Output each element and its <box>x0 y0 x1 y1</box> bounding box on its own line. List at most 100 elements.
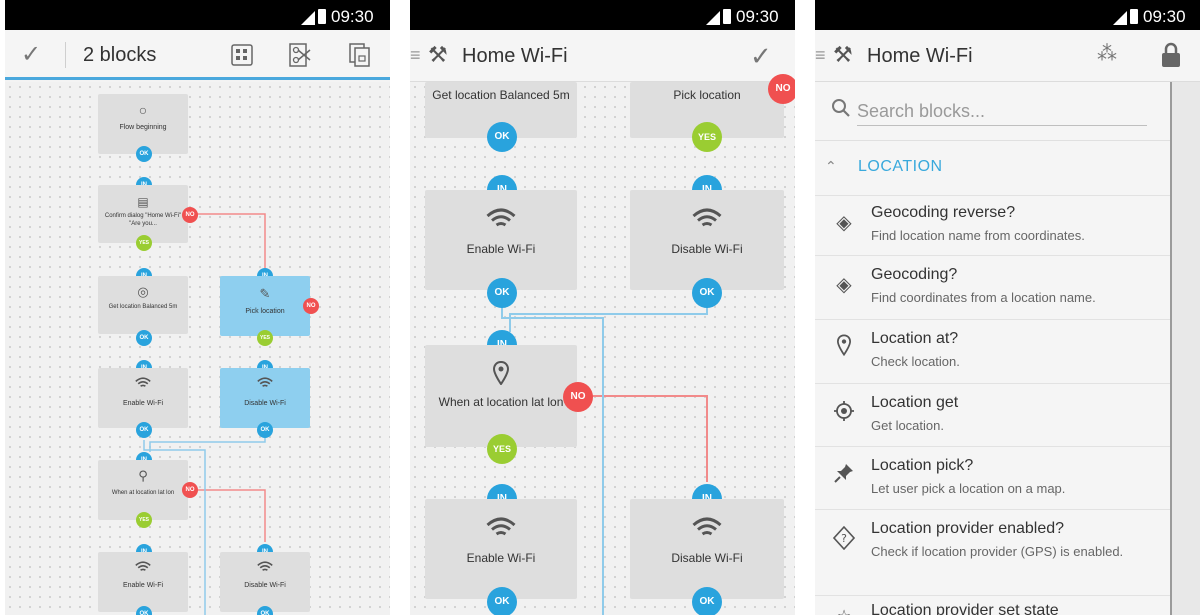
port-ok[interactable]: OK <box>257 606 273 615</box>
item-desc: Get location. <box>871 418 944 433</box>
drawer-menu-icon[interactable]: ≡ <box>815 46 826 64</box>
port-ok[interactable]: OK <box>136 146 152 162</box>
port-no[interactable]: NO <box>768 74 795 104</box>
block-label: Get location Balanced 5m <box>108 304 178 310</box>
block-enable-wifi-2[interactable]: Enable Wi-Fi <box>98 552 188 612</box>
wifi-icon <box>630 208 784 235</box>
block-label: Flow beginning <box>119 124 167 131</box>
block-label: When at location lat lon <box>111 490 175 496</box>
flow-canvas[interactable]: ○ Flow beginning OK IN ▤ Confirm dialog … <box>5 82 390 615</box>
phone-screen-block-picker: 09:30 ≡ ⚒ Home Wi-Fi ⁂ ⌃ LOCATION ◈ Geoc… <box>815 0 1200 615</box>
copy-icon[interactable] <box>348 42 372 72</box>
group-blocks-icon[interactable] <box>231 44 253 70</box>
port-no[interactable]: NO <box>182 482 198 498</box>
clock: 09:30 <box>331 7 374 26</box>
status-bar: 09:30 <box>815 0 1200 30</box>
search-icon <box>831 98 851 122</box>
cut-icon[interactable] <box>288 42 314 72</box>
item-title: Geocoding reverse? <box>871 204 1016 221</box>
signal-icon <box>301 11 315 25</box>
battery-icon <box>318 9 326 24</box>
block-list: ◈ Geocoding reverse? Find location name … <box>815 195 1170 615</box>
crosshair-icon <box>833 400 855 428</box>
block-enable-wifi[interactable]: Enable Wi-Fi <box>98 368 188 428</box>
block-disable-wifi-2[interactable]: Disable Wi-Fi <box>630 499 784 599</box>
done-check-icon[interactable]: ✓ <box>21 43 41 67</box>
item-desc: Check if location provider (GPS) is enab… <box>871 544 1124 559</box>
port-ok[interactable]: OK <box>692 587 722 615</box>
connection-wires <box>143 213 266 615</box>
block-disable-wifi[interactable]: Disable Wi-Fi <box>630 190 784 290</box>
list-item-location-provider-enabled[interactable]: ? Location provider enabled? Check if lo… <box>815 509 1170 595</box>
port-ok[interactable]: OK <box>487 122 517 152</box>
port-yes[interactable]: YES <box>136 235 152 251</box>
item-title: Location pick? <box>871 457 974 474</box>
push-pin-icon <box>833 462 855 490</box>
block-label: Pick location <box>245 308 285 315</box>
port-ok[interactable]: OK <box>692 278 722 308</box>
block-label: Enable Wi-Fi <box>466 242 536 256</box>
block-label: Disable Wi-Fi <box>244 582 286 589</box>
circle-icon: ○ <box>138 102 148 118</box>
search-row <box>815 82 1170 140</box>
wifi-icon <box>98 560 188 578</box>
map-pin-icon <box>833 334 855 362</box>
section-header-location[interactable]: ⌃ LOCATION <box>815 140 1170 195</box>
block-label: Disable Wi-Fi <box>671 242 743 256</box>
list-item-location-get[interactable]: Location get Get location. <box>815 383 1170 446</box>
block-disable-wifi-2[interactable]: Disable Wi-Fi <box>220 552 310 612</box>
action-bar: ≡ ⚒ Home Wi-Fi ⁂ <box>815 30 1200 82</box>
wifi-icon <box>425 208 577 235</box>
star-icon: ☆ <box>833 606 855 615</box>
search-input[interactable] <box>857 98 1147 126</box>
port-no[interactable]: NO <box>563 382 593 412</box>
list-item-location-provider-set-state[interactable]: ☆ Location provider set state <box>815 595 1170 615</box>
port-ok[interactable]: OK <box>257 422 273 438</box>
list-item-location-pick[interactable]: Location pick? Let user pick a location … <box>815 446 1170 509</box>
tools-icon: ⚒ <box>428 42 448 67</box>
block-enable-wifi-2[interactable]: Enable Wi-Fi <box>425 499 577 599</box>
clock: 09:30 <box>736 7 779 26</box>
list-item-geocoding[interactable]: ◈ Geocoding? Find coordinates from a loc… <box>815 255 1170 319</box>
port-ok[interactable]: OK <box>487 278 517 308</box>
block-pick-location[interactable]: ✎ Pick location <box>220 276 310 336</box>
debug-icon[interactable]: ⁂ <box>1097 44 1117 64</box>
port-ok[interactable]: OK <box>487 587 517 615</box>
block-label: Disable Wi-Fi <box>671 551 743 565</box>
port-ok[interactable]: OK <box>136 330 152 346</box>
port-no[interactable]: NO <box>303 298 319 314</box>
phone-screen-flow-zoomed: 09:30 ≡ ⚒ Home Wi-Fi ✓ Get location Bala… <box>410 0 795 615</box>
block-label: Enable Wi-Fi <box>122 400 164 407</box>
flow-title: Home Wi-Fi <box>867 45 973 67</box>
diamond-arrow-icon: ◈ <box>836 212 852 234</box>
port-yes[interactable]: YES <box>487 434 517 464</box>
lock-icon[interactable] <box>1160 42 1182 72</box>
item-title: Location provider set state <box>871 602 1059 615</box>
block-label: Disable Wi-Fi <box>244 400 286 407</box>
port-yes[interactable]: YES <box>692 122 722 152</box>
list-item-geocoding-reverse[interactable]: ◈ Geocoding reverse? Find location name … <box>815 195 1170 255</box>
block-get-location[interactable]: ◎ Get location Balanced 5m <box>98 276 188 334</box>
list-item-location-at[interactable]: Location at? Check location. <box>815 319 1170 383</box>
port-no[interactable]: NO <box>182 207 198 223</box>
port-ok[interactable]: OK <box>136 422 152 438</box>
block-label: When at location lat lon <box>438 395 564 409</box>
block-when-at-location[interactable]: When at location lat lon <box>425 345 577 447</box>
item-title: Location at? <box>871 330 959 347</box>
crosshair-icon: ◎ <box>137 284 149 299</box>
flow-canvas[interactable]: Get location Balanced 5m OK Pick locatio… <box>410 74 795 615</box>
block-disable-wifi[interactable]: Disable Wi-Fi <box>220 368 310 428</box>
port-yes[interactable]: YES <box>136 512 152 528</box>
status-bar: 09:30 <box>5 0 390 30</box>
signal-icon <box>706 11 720 25</box>
port-yes[interactable]: YES <box>257 330 273 346</box>
block-enable-wifi[interactable]: Enable Wi-Fi <box>425 190 577 290</box>
item-desc: Check location. <box>871 354 960 369</box>
drawer-menu-icon[interactable]: ≡ <box>410 46 421 64</box>
item-desc: Find coordinates from a location name. <box>871 290 1096 305</box>
divider <box>65 42 66 68</box>
block-flow-beginning[interactable]: ○ Flow beginning <box>98 94 188 154</box>
block-when-at-location[interactable]: ⚲ When at location lat lon <box>98 460 188 520</box>
port-ok[interactable]: OK <box>136 606 152 615</box>
done-check-icon[interactable]: ✓ <box>750 43 772 69</box>
